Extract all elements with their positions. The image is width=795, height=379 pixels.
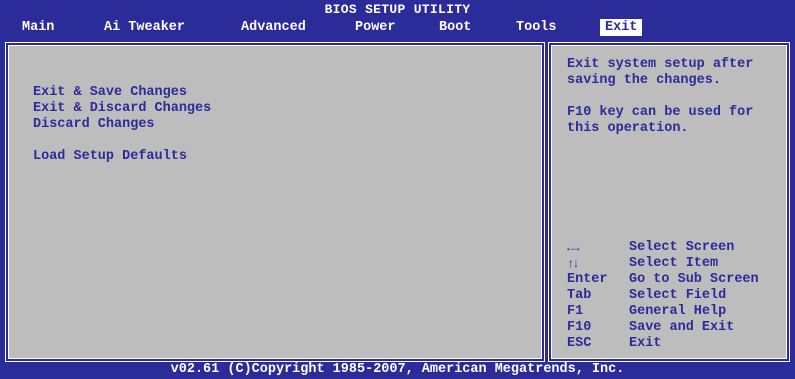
title-bar: BIOS SETUP UTILITY: [324, 2, 471, 17]
key-name: Tab: [567, 288, 592, 303]
left-right-arrows-icon: ←→: [567, 241, 579, 255]
exit-save-changes-option[interactable]: Exit & Save Changes: [33, 85, 187, 101]
menu-tab-advanced[interactable]: Advanced: [241, 20, 306, 36]
menu-tab-tools[interactable]: Tools: [516, 20, 557, 36]
key-description: Exit: [629, 336, 662, 351]
menu-tab-boot[interactable]: Boot: [439, 20, 471, 36]
key-name: ESC: [567, 336, 592, 351]
up-down-arrows-icon: ↑↓: [567, 257, 579, 271]
key-description: Select Field: [629, 288, 727, 303]
key-description: Go to Sub Screen: [629, 272, 759, 287]
help-text-line-3: F10 key can be used for: [567, 105, 754, 120]
menu-bar: Main Ai Tweaker Advanced Power Boot Tool…: [0, 18, 795, 38]
exit-discard-changes-option[interactable]: Exit & Discard Changes: [33, 101, 211, 117]
key-description: Save and Exit: [629, 320, 735, 335]
menu-tab-exit[interactable]: Exit: [600, 19, 643, 36]
help-text-line-4: this operation.: [567, 121, 689, 136]
discard-changes-option[interactable]: Discard Changes: [33, 117, 155, 133]
load-setup-defaults-option[interactable]: Load Setup Defaults: [33, 149, 187, 165]
menu-tab-ai-tweaker[interactable]: Ai Tweaker: [104, 20, 185, 36]
key-name: Enter: [567, 272, 608, 287]
key-description: Select Screen: [629, 240, 735, 255]
key-description: General Help: [629, 304, 727, 319]
key-name: F1: [567, 304, 584, 319]
key-name: F10: [567, 320, 592, 335]
help-text-line-2: saving the changes.: [567, 73, 721, 88]
key-description: Select Item: [629, 256, 719, 271]
help-panel: Exit system setup after saving the chang…: [548, 42, 790, 362]
options-panel: Exit & Save Changes Exit & Discard Chang…: [5, 42, 545, 362]
copyright-footer: v02.61 (C)Copyright 1985-2007, American …: [170, 362, 625, 377]
menu-tab-main[interactable]: Main: [22, 20, 54, 36]
menu-tab-power[interactable]: Power: [355, 20, 396, 36]
help-text-line-1: Exit system setup after: [567, 57, 754, 72]
